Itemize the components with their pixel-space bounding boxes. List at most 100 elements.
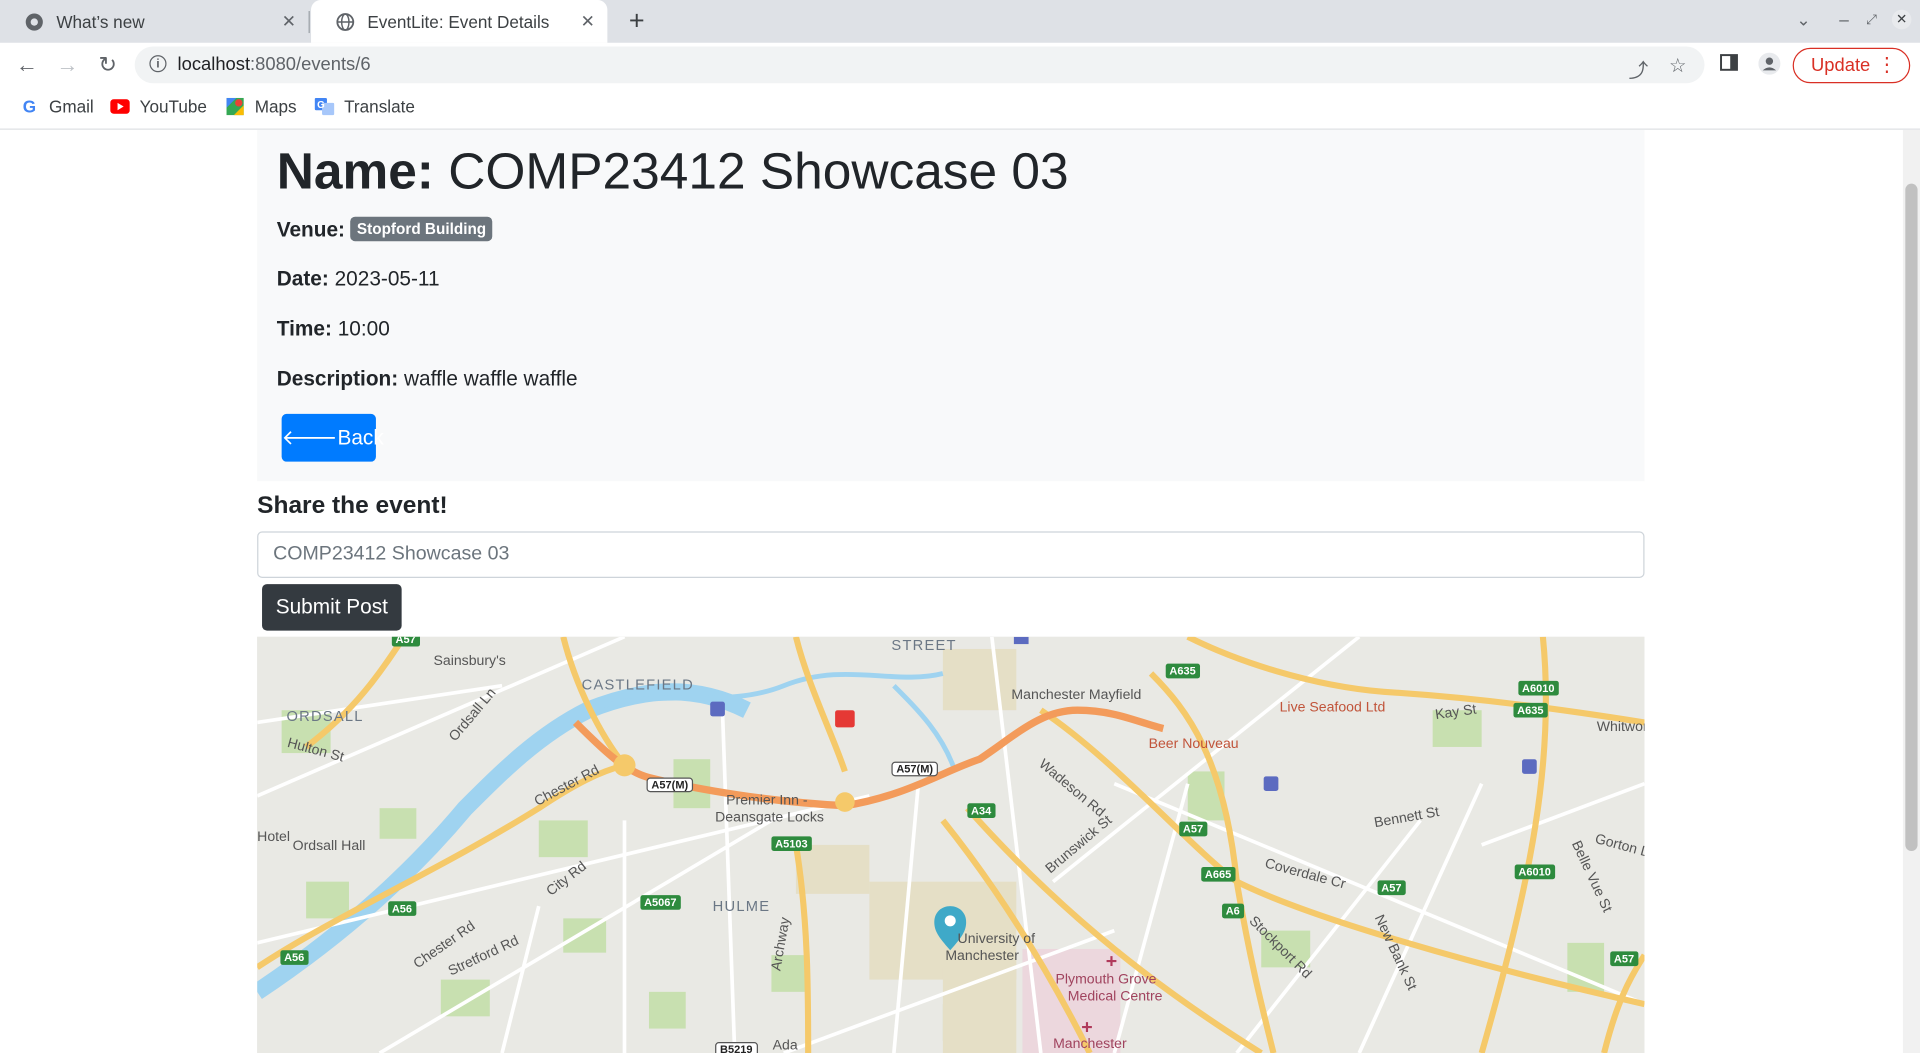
menu-dots-icon[interactable]: ⋮ (1877, 49, 1897, 82)
globe-icon (336, 12, 356, 32)
bookmark-youtube[interactable]: YouTube (110, 97, 207, 117)
minimize-icon[interactable]: – (1839, 10, 1849, 30)
close-icon[interactable]: ✕ (578, 11, 598, 31)
reload-icon[interactable]: ↻ (93, 50, 122, 79)
road-shield: A57 (1377, 880, 1406, 896)
tram-stop-icon (1522, 759, 1537, 774)
bookmarks-bar: G Gmail YouTube Maps G Translate (0, 88, 1920, 130)
map-label: Plymouth Grove (1055, 972, 1157, 987)
time-row: Time: 10:00 (276, 317, 390, 341)
venue-badge[interactable]: Stopford Building (350, 216, 493, 242)
event-details-card: Name: COMP23412 Showcase 03 Venue: Stopf… (257, 129, 1645, 482)
address-bar[interactable]: i localhost:8080/events/6 ⤴ ☆ (134, 46, 1705, 84)
tab-strip: What’s new ✕ EventLite: Event Details ✕ … (0, 0, 1920, 43)
new-tab-icon[interactable]: + (622, 5, 651, 37)
map-label: Ada (772, 1038, 798, 1053)
hospital-cross-icon: + (1106, 950, 1117, 972)
map-label: HULME (712, 897, 771, 915)
update-button[interactable]: Update ⋮ (1792, 47, 1911, 84)
map-tiles: + + (257, 636, 1645, 1053)
map-label: University of (957, 931, 1036, 947)
road-shield: A56 (280, 950, 308, 965)
side-panel-icon[interactable] (1719, 53, 1739, 79)
maximize-icon[interactable]: ⤢ (1866, 12, 1877, 28)
event-map[interactable]: + + CASTLEFIELD ORDSALL HULME STREET Sai… (257, 636, 1645, 1053)
youtube-icon (110, 97, 130, 117)
rail-station-icon (835, 710, 855, 728)
road-shield: A665 (1201, 866, 1235, 882)
road-shield: A6 (1222, 903, 1244, 919)
map-label: Beer Nouveau (1148, 737, 1239, 752)
chrome-icon (24, 12, 44, 32)
svg-text:G: G (317, 100, 325, 111)
venue-row: Venue: Stopford Building (277, 216, 493, 243)
browser-toolbar: ← → ↻ i localhost:8080/events/6 ⤴ ☆ Upda… (0, 42, 1920, 89)
road-shield: A57 (391, 636, 420, 647)
map-label: Live Seafood Ltd (1279, 700, 1386, 716)
map-label: Whitworth (1596, 720, 1645, 735)
road-shield: A5067 (640, 895, 681, 910)
description-row: Description: waffle waffle waffle (276, 367, 578, 391)
map-label: STREET (891, 636, 957, 654)
road-shield: A6010 (1518, 680, 1559, 696)
bookmark-star-icon[interactable]: ☆ (1669, 54, 1687, 78)
hospital-cross-icon: + (1081, 1016, 1092, 1038)
map-label: Premier Inn - (726, 793, 808, 809)
browser-window: What’s new ✕ EventLite: Event Details ✕ … (0, 0, 1920, 1053)
road-shield: A5103 (771, 836, 812, 852)
tab-eventlite[interactable]: EventLite: Event Details ✕ (311, 0, 608, 43)
back-button[interactable]: 🡐Back (281, 413, 384, 462)
roundabout (613, 754, 636, 777)
map-label: ORDSALL (286, 707, 364, 725)
tab-title: EventLite: Event Details (367, 11, 550, 32)
map-label: Medical Centre (1067, 989, 1163, 1005)
road-shield: A6010 (1514, 864, 1555, 880)
event-name-heading: Name: COMP23412 Showcase 03 (276, 142, 1069, 200)
tram-stop-icon (710, 701, 725, 717)
road-shield: A57 (1179, 821, 1207, 837)
forward-arrow-icon[interactable]: → (53, 50, 82, 79)
info-icon[interactable]: i (149, 55, 167, 73)
translate-icon: G (314, 97, 335, 117)
tram-stop-icon (1013, 636, 1029, 645)
back-arrow-icon[interactable]: ← (12, 50, 41, 79)
road-shield: A635 (1513, 702, 1548, 718)
share-post-input[interactable] (257, 531, 1645, 578)
map-label: Hotel (257, 830, 291, 845)
map-label: Manchester (945, 948, 1019, 964)
bookmark-maps[interactable]: Maps (225, 97, 297, 117)
close-icon[interactable]: ✕ (279, 11, 299, 31)
bookmark-gmail[interactable]: G Gmail (20, 97, 94, 117)
road-shield: A57(M) (646, 777, 694, 793)
tab-whats-new[interactable]: What’s new ✕ (0, 0, 309, 43)
map-label: CASTLEFIELD (581, 675, 694, 694)
roundabout (835, 792, 855, 812)
map-label: Ordsall Hall (292, 838, 366, 854)
submit-post-button[interactable]: Submit Post (262, 584, 402, 631)
map-label: Sainsbury's (433, 653, 506, 669)
tram-stop-icon (1263, 776, 1279, 792)
page-content: Name: COMP23412 Showcase 03 Venue: Stopf… (0, 129, 1920, 1053)
date-row: Date: 2023-05-11 (276, 266, 440, 291)
road-shield: A57(M) (891, 761, 938, 777)
tab-divider (308, 11, 310, 34)
road-shield: A57 (1610, 951, 1638, 967)
road-shield: A635 (1165, 663, 1200, 679)
map-label: Manchester (1053, 1037, 1127, 1052)
tab-search-icon[interactable]: ⌄ (1796, 10, 1810, 31)
google-icon: G (22, 96, 37, 117)
close-window-icon[interactable]: ✕ (1891, 9, 1912, 30)
profile-icon[interactable] (1758, 52, 1781, 81)
arrow-left-icon: 🡐 (281, 426, 338, 450)
tab-title: What’s new (56, 11, 145, 32)
share-icon[interactable]: ⤴ (1629, 54, 1649, 83)
road-shield: A34 (967, 803, 995, 818)
map-label: Deansgate Locks (715, 810, 824, 826)
url-text: localhost:8080/events/6 (177, 53, 371, 75)
maps-icon (225, 97, 245, 117)
bookmark-translate[interactable]: G Translate (314, 97, 415, 117)
scrollbar-thumb[interactable] (1905, 183, 1918, 852)
share-heading: Share the event! (257, 492, 448, 520)
road-shield: A56 (388, 901, 416, 916)
map-label: Manchester Mayfield (1011, 688, 1142, 703)
